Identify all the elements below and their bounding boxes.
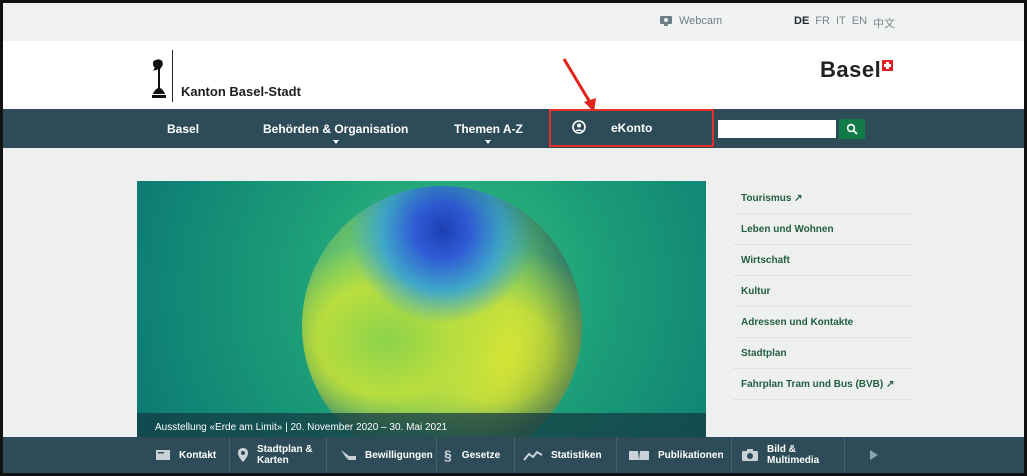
footer-label-gesetze: Gesetze <box>461 449 501 461</box>
footer-divider <box>514 437 515 473</box>
footer-divider <box>436 437 437 473</box>
footer-label-bild: Bild & Multimedia <box>767 444 819 466</box>
swiss-flag-icon <box>882 60 894 71</box>
lang-fr[interactable]: FR <box>815 15 830 31</box>
footer-divider <box>229 437 230 473</box>
footer-label-bewilligungen: Bewilligungen <box>365 449 433 461</box>
webcam-link[interactable]: Webcam <box>659 15 722 27</box>
link-tourismus[interactable]: Tourismus ↗ <box>733 183 911 214</box>
footer-statistiken[interactable]: Statistiken <box>523 437 602 473</box>
hero-caption[interactable]: Ausstellung «Erde am Limit» | 20. Novemb… <box>155 422 447 433</box>
footer-bild-multimedia[interactable]: Bild & Multimedia <box>741 437 819 473</box>
link-wirtschaft[interactable]: Wirtschaft <box>733 245 911 276</box>
nav-item-behoerden[interactable]: Behörden & Organisation <box>263 109 408 148</box>
hero-image[interactable] <box>137 181 706 441</box>
footer-label-stadtplan-line1: Stadtplan & <box>257 444 313 455</box>
site-logo[interactable]: Kanton Basel-Stadt <box>151 50 301 102</box>
quick-links: Tourismus ↗ Leben und Wohnen Wirtschaft … <box>733 183 911 400</box>
link-kultur[interactable]: Kultur <box>733 276 911 307</box>
red-arrow-icon <box>562 58 596 112</box>
utility-bar: Webcam DE FR IT EN 中文 <box>3 3 1024 41</box>
footer-divider <box>326 437 327 473</box>
stamp-icon <box>341 450 356 460</box>
footer-label-bild-line2: Multimedia <box>767 455 820 466</box>
book-icon <box>629 451 649 460</box>
lang-de[interactable]: DE <box>794 15 809 31</box>
nav-label-themen: Themen A-Z <box>454 121 523 136</box>
lang-en[interactable]: EN <box>852 15 867 31</box>
chevron-down-icon <box>485 140 492 144</box>
footer-stadtplan[interactable]: Stadtplan & Karten <box>237 437 313 473</box>
footer-next-button[interactable] <box>869 437 879 473</box>
browser-frame: Webcam DE FR IT EN 中文 Kanton Basel-Stadt… <box>0 0 1027 476</box>
service-bar: Kontakt Stadtplan & Karten Bewilligungen… <box>3 437 1024 473</box>
chart-icon <box>523 450 543 461</box>
main-navigation: Basel Behörden & Organisation Themen A-Z <box>3 109 1024 148</box>
nav-item-themen[interactable]: Themen A-Z <box>454 109 523 148</box>
search-input[interactable] <box>718 120 836 138</box>
map-pin-icon <box>238 448 248 462</box>
footer-divider <box>844 437 845 473</box>
site-name: Kanton Basel-Stadt <box>181 84 301 99</box>
user-icon <box>572 120 586 134</box>
play-right-icon <box>870 450 878 460</box>
envelope-icon <box>156 450 170 460</box>
brand-word: Basel <box>820 57 882 82</box>
footer-publikationen[interactable]: Publikationen <box>628 437 724 473</box>
nav-label-basel: Basel <box>167 121 200 136</box>
search-icon <box>846 123 858 135</box>
paragraph-icon: § <box>444 447 452 463</box>
footer-label-bild-line1: Bild & <box>767 444 796 455</box>
footer-label-publikationen: Publikationen <box>658 449 724 461</box>
chevron-down-icon <box>332 140 339 144</box>
link-adressen[interactable]: Adressen und Kontakte <box>733 307 911 338</box>
camera-icon <box>742 449 758 461</box>
lang-it[interactable]: IT <box>836 15 846 31</box>
footer-bewilligungen[interactable]: Bewilligungen <box>339 437 433 473</box>
basel-crest-icon <box>152 59 166 98</box>
nav-item-basel[interactable]: Basel <box>167 109 199 148</box>
site-header: Kanton Basel-Stadt Basel <box>3 41 1024 109</box>
nav-item-ekonto[interactable]: eKonto <box>611 121 652 135</box>
footer-gesetze[interactable]: § Gesetze <box>444 437 500 473</box>
footer-divider <box>616 437 617 473</box>
footer-divider <box>731 437 732 473</box>
language-switcher: DE FR IT EN 中文 <box>794 15 895 31</box>
footer-kontakt[interactable]: Kontakt <box>155 437 216 473</box>
link-fahrplan[interactable]: Fahrplan Tram und Bus (BVB) ↗ <box>733 369 911 400</box>
footer-label-stadtplan: Stadtplan & Karten <box>257 444 313 466</box>
footer-label-stadtplan-line2: Karten <box>257 455 289 466</box>
link-stadtplan[interactable]: Stadtplan <box>733 338 911 369</box>
footer-label-statistiken: Statistiken <box>551 449 602 461</box>
nav-label-behoerden: Behörden & Organisation <box>263 121 409 136</box>
webcam-icon <box>659 15 673 27</box>
link-leben-und-wohnen[interactable]: Leben und Wohnen <box>733 214 911 245</box>
lang-zh[interactable]: 中文 <box>873 15 895 31</box>
basel-brand-logo[interactable]: Basel <box>820 57 894 82</box>
footer-label-kontakt: Kontakt <box>179 449 217 461</box>
logo-divider <box>172 50 173 102</box>
webcam-label: Webcam <box>679 15 723 27</box>
search-button[interactable] <box>839 119 865 139</box>
